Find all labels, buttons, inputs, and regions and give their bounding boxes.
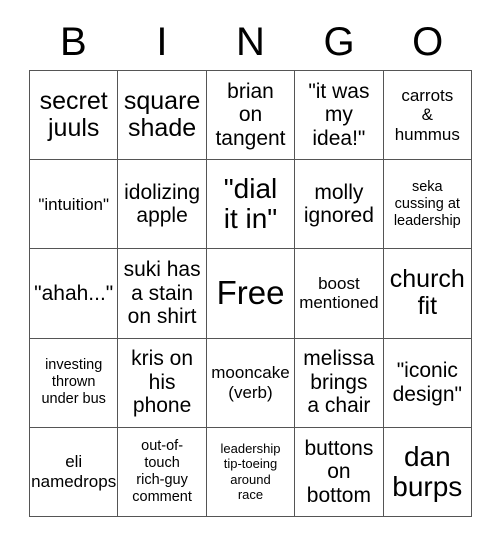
bingo-cell-b5[interactable]: eli namedrops <box>30 427 119 517</box>
bingo-cell-label: idolizing apple <box>124 180 201 228</box>
bingo-cell-b3[interactable]: "ahah..." <box>30 249 119 339</box>
bingo-cell-o1[interactable]: carrots & hummus <box>383 71 472 161</box>
bingo-cell-label: "it was my idea!" <box>308 79 370 150</box>
bingo-cell-label: investing thrown under bus <box>41 357 106 408</box>
bingo-cell-i5[interactable]: out-of- touch rich-guy comment <box>118 427 207 517</box>
bingo-cell-label: church fit <box>389 264 465 321</box>
bingo-cell-o4[interactable]: "iconic design" <box>383 338 472 428</box>
bingo-cell-o3[interactable]: church fit <box>383 249 472 339</box>
bingo-cell-label: carrots & hummus <box>394 85 460 144</box>
bingo-cell-label: "intuition" <box>38 194 110 214</box>
bingo-card: B I N G O secret juuls square shade bria… <box>0 0 500 544</box>
bingo-cell-label: dan burps <box>392 440 463 502</box>
bingo-cell-label: kris on his phone <box>131 347 194 418</box>
bingo-header-letter-b: B <box>59 20 87 64</box>
bingo-cell-label: brian on tangent <box>215 79 286 150</box>
bingo-header-letter-o: O <box>412 20 444 64</box>
bingo-cell-label: square shade <box>123 86 201 143</box>
bingo-cell-label: buttons on bottom <box>304 436 374 507</box>
bingo-cell-label: "dial it in" <box>223 173 278 235</box>
bingo-cell-free[interactable]: Free <box>206 249 296 339</box>
bingo-cell-o5[interactable]: dan burps <box>383 427 472 517</box>
bingo-cell-o2[interactable]: seka cussing at leadership <box>383 160 472 250</box>
bingo-cell-label: leadership tip-toeing around race <box>220 440 281 503</box>
bingo-cell-label: seka cussing at leadership <box>393 178 461 229</box>
bingo-cell-i2[interactable]: idolizing apple <box>118 160 207 250</box>
bingo-cell-label: molly ignored <box>303 180 374 228</box>
bingo-cell-label: out-of- touch rich-guy comment <box>132 437 192 505</box>
bingo-header-row: B I N G O <box>29 14 472 70</box>
bingo-cell-label: suki has a stain on shirt <box>123 258 201 329</box>
bingo-cell-i3[interactable]: suki has a stain on shirt <box>118 249 207 339</box>
bingo-header-letter-g: G <box>323 20 355 64</box>
bingo-cell-label: melissa brings a chair <box>303 347 375 418</box>
bingo-cell-g3[interactable]: boost mentioned <box>295 249 384 339</box>
bingo-cell-g1[interactable]: "it was my idea!" <box>295 71 384 161</box>
bingo-cell-n2[interactable]: "dial it in" <box>206 160 296 250</box>
bingo-header-letter-i: I <box>156 20 168 64</box>
bingo-cell-i1[interactable]: square shade <box>118 71 207 161</box>
bingo-cell-n4[interactable]: mooncake (verb) <box>206 338 296 428</box>
bingo-cell-g2[interactable]: molly ignored <box>295 160 384 250</box>
bingo-cell-n1[interactable]: brian on tangent <box>206 71 296 161</box>
bingo-cell-b1[interactable]: secret juuls <box>30 71 119 161</box>
bingo-cell-label: "ahah..." <box>34 281 114 305</box>
bingo-cell-b2[interactable]: "intuition" <box>30 160 119 250</box>
bingo-cell-g5[interactable]: buttons on bottom <box>295 427 384 517</box>
bingo-free-label: Free <box>216 274 285 312</box>
bingo-header-letter-n: N <box>236 20 265 64</box>
bingo-cell-g4[interactable]: melissa brings a chair <box>295 338 384 428</box>
bingo-cell-label: secret juuls <box>39 86 108 143</box>
bingo-grid: secret juuls square shade brian on tange… <box>29 70 472 517</box>
bingo-cell-b4[interactable]: investing thrown under bus <box>30 338 119 428</box>
bingo-cell-i4[interactable]: kris on his phone <box>118 338 207 428</box>
bingo-cell-label: "iconic design" <box>392 359 462 406</box>
bingo-cell-label: boost mentioned <box>299 273 379 313</box>
bingo-cell-label: eli namedrops <box>31 452 117 491</box>
bingo-cell-label: mooncake (verb) <box>211 363 290 402</box>
bingo-cell-n5[interactable]: leadership tip-toeing around race <box>206 427 296 517</box>
